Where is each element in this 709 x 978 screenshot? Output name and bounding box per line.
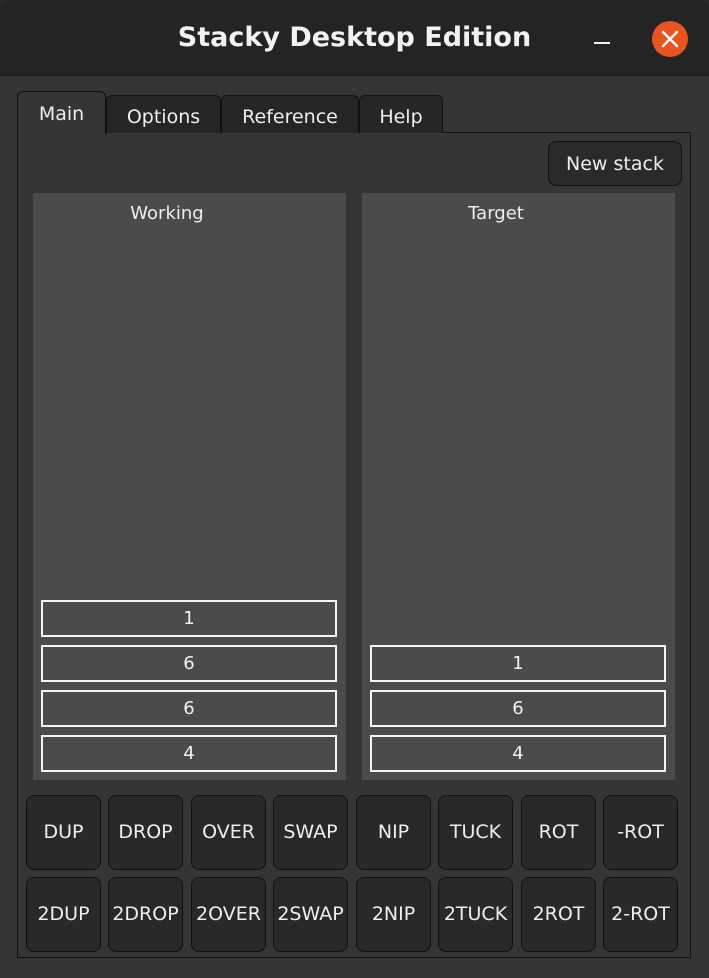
op-2nip-button[interactable]: 2NIP (356, 877, 431, 952)
close-button[interactable] (652, 21, 688, 57)
op-over-button[interactable]: OVER (191, 795, 266, 870)
tab-options[interactable]: Options (106, 95, 221, 133)
target-stack: Target 1 6 4 (362, 193, 675, 780)
minimize-button[interactable] (586, 26, 618, 58)
stack-item: 6 (370, 690, 666, 727)
tab-main[interactable]: Main (17, 91, 106, 134)
tab-help[interactable]: Help (359, 95, 443, 133)
op-rot-button[interactable]: ROT (521, 795, 596, 870)
stack-item[interactable]: 6 (41, 690, 337, 727)
stack-item: 4 (370, 735, 666, 772)
op-2over-button[interactable]: 2OVER (191, 877, 266, 952)
stack-item[interactable]: 1 (41, 600, 337, 637)
stack-item[interactable]: 4 (41, 735, 337, 772)
op-2-minus-rot-button[interactable]: 2-ROT (603, 877, 678, 952)
op-drop-button[interactable]: DROP (108, 795, 183, 870)
op-dup-button[interactable]: DUP (26, 795, 101, 870)
stack-item: 1 (370, 645, 666, 682)
op-tuck-button[interactable]: TUCK (438, 795, 513, 870)
minimize-icon (594, 42, 610, 44)
stack-item[interactable]: 6 (41, 645, 337, 682)
new-stack-button[interactable]: New stack (548, 141, 682, 186)
op-minus-rot-button[interactable]: -ROT (603, 795, 678, 870)
op-2dup-button[interactable]: 2DUP (26, 877, 101, 952)
op-2drop-button[interactable]: 2DROP (108, 877, 183, 952)
op-2swap-button[interactable]: 2SWAP (273, 877, 348, 952)
op-2rot-button[interactable]: 2ROT (521, 877, 596, 952)
op-swap-button[interactable]: SWAP (273, 795, 348, 870)
working-stack-title: Working (130, 203, 204, 224)
working-stack: Working 1 6 6 4 (33, 193, 346, 780)
target-stack-title: Target (468, 203, 524, 224)
title-bar: Stacky Desktop Edition (0, 0, 709, 76)
op-nip-button[interactable]: NIP (356, 795, 431, 870)
op-2tuck-button[interactable]: 2TUCK (438, 877, 513, 952)
tab-reference[interactable]: Reference (221, 95, 359, 133)
close-icon (661, 30, 679, 48)
